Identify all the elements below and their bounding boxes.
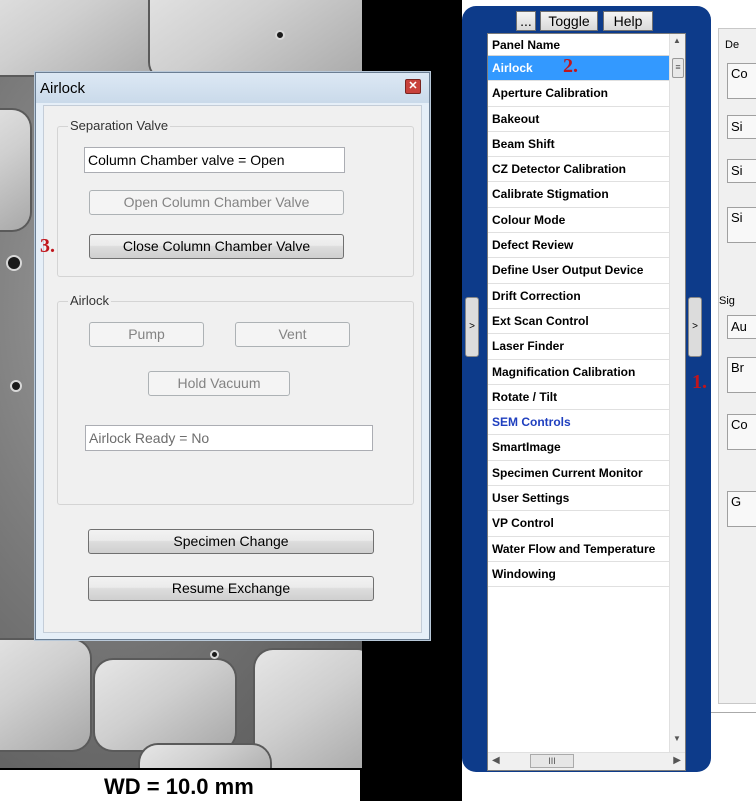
collapse-left-button[interactable]: > (465, 297, 479, 357)
right-label-de: De (725, 39, 740, 51)
airlock-legend: Airlock (68, 293, 112, 308)
vent-button[interactable]: Vent (235, 322, 350, 347)
crystal-shape (0, 640, 90, 750)
particle-dot (10, 380, 22, 392)
right-partial-panel: De Co Si Si Si Sig Au Br Co G (711, 0, 756, 801)
resume-exchange-button[interactable]: Resume Exchange (88, 576, 374, 601)
particle-dot (6, 255, 22, 271)
list-item[interactable]: CZ Detector Calibration (488, 157, 671, 183)
list-item[interactable]: SmartImage (488, 435, 671, 461)
panel-list[interactable]: Panel Name Airlock Aperture Calibration … (487, 33, 686, 771)
right-field-au[interactable]: Au (727, 315, 756, 339)
right-field-br[interactable]: Br (727, 357, 756, 393)
list-item[interactable]: Laser Finder (488, 334, 671, 360)
list-item[interactable]: Beam Shift (488, 132, 671, 158)
vertical-scrollbar[interactable]: ▲ ≡ ▼ (669, 34, 685, 754)
right-field-si-1[interactable]: Si (727, 115, 756, 139)
airlock-ready-field: Airlock Ready = No (85, 425, 373, 451)
working-distance-box: WD = 10.0 mm (0, 768, 362, 801)
open-column-chamber-valve-button[interactable]: Open Column Chamber Valve (89, 190, 344, 215)
list-item[interactable]: Airlock (488, 56, 671, 82)
list-item[interactable]: Bakeout (488, 107, 671, 132)
separation-valve-group: Separation Valve Column Chamber valve = … (57, 118, 414, 277)
list-item[interactable]: Drift Correction (488, 284, 671, 309)
close-icon[interactable]: ✕ (405, 79, 421, 94)
crystal-shape (0, 110, 30, 230)
hscroll-thumb[interactable]: III (530, 754, 574, 768)
valve-status-field: Column Chamber valve = Open (84, 147, 345, 173)
list-item[interactable]: Calibrate Stigmation (488, 182, 671, 208)
list-item[interactable]: Windowing (488, 562, 671, 588)
hold-vacuum-button[interactable]: Hold Vacuum (148, 371, 290, 396)
crystal-shape (255, 650, 362, 768)
list-item[interactable]: Ext Scan Control (488, 309, 671, 335)
separation-valve-legend: Separation Valve (68, 118, 171, 133)
list-item[interactable]: User Settings (488, 486, 671, 512)
crystal-shape (140, 745, 270, 768)
help-button[interactable]: Help (603, 11, 653, 31)
close-column-chamber-valve-button[interactable]: Close Column Chamber Valve (89, 234, 344, 259)
panel-selector-frame: ... Toggle Help > > Panel Name Airlock A… (462, 6, 711, 772)
right-field-co-2[interactable]: Co (727, 414, 756, 450)
pump-button[interactable]: Pump (89, 322, 204, 347)
list-item[interactable]: Specimen Current Monitor (488, 461, 671, 487)
scroll-down-icon[interactable]: ▼ (673, 734, 681, 743)
scrollbar-thumb[interactable]: ≡ (672, 58, 684, 78)
dialog-title: Airlock (40, 80, 86, 97)
list-item[interactable]: VP Control (488, 511, 671, 537)
list-item[interactable]: SEM Controls (488, 410, 671, 436)
crystal-shape (0, 0, 170, 75)
step-3-annotation: 3. (40, 235, 55, 257)
list-item[interactable]: Magnification Calibration (488, 360, 671, 385)
scroll-up-icon[interactable]: ▲ (673, 36, 681, 45)
right-field-g[interactable]: G (727, 491, 756, 527)
step-1-annotation: 1. (692, 371, 707, 393)
dialog-body: Separation Valve Column Chamber valve = … (43, 105, 422, 633)
airlock-group: Airlock Pump Vent Hold Vacuum Airlock Re… (57, 293, 414, 505)
right-field-co[interactable]: Co (727, 63, 756, 99)
collapse-right-button[interactable]: > (688, 297, 702, 357)
scroll-right-icon[interactable]: ▶ (673, 755, 681, 766)
list-item[interactable]: Rotate / Tilt (488, 385, 671, 411)
list-header[interactable]: Panel Name (488, 34, 685, 56)
right-field-si-2[interactable]: Si (727, 159, 756, 183)
list-item[interactable]: Define User Output Device (488, 258, 671, 284)
step-2-annotation: 2. (563, 55, 578, 77)
right-panel-inner: De Co Si Si Si Sig Au Br Co G (718, 28, 756, 704)
airlock-dialog: Airlock ✕ Separation Valve Column Chambe… (35, 72, 430, 640)
dialog-titlebar[interactable]: Airlock ✕ (36, 73, 429, 103)
panel-rows: Airlock Aperture Calibration Bakeout Bea… (488, 56, 685, 588)
list-item[interactable]: Aperture Calibration (488, 81, 671, 107)
particle-dot (210, 650, 219, 659)
working-distance-label: WD = 10.0 mm (104, 774, 254, 799)
right-divider (711, 712, 756, 713)
horizontal-scrollbar[interactable]: ◀ III ▶ (488, 752, 685, 770)
scroll-left-icon[interactable]: ◀ (492, 755, 500, 766)
crystal-shape (95, 660, 235, 750)
specimen-change-button[interactable]: Specimen Change (88, 529, 374, 554)
more-button[interactable]: ... (516, 11, 536, 31)
particle-dot (275, 30, 285, 40)
right-label-sig: Sig (719, 295, 735, 307)
list-item[interactable]: Colour Mode (488, 208, 671, 234)
list-item[interactable]: Water Flow and Temperature (488, 537, 671, 562)
right-field-si-3[interactable]: Si (727, 207, 756, 243)
toggle-button[interactable]: Toggle (540, 11, 598, 31)
crystal-shape (150, 0, 362, 80)
list-item[interactable]: Defect Review (488, 233, 671, 259)
